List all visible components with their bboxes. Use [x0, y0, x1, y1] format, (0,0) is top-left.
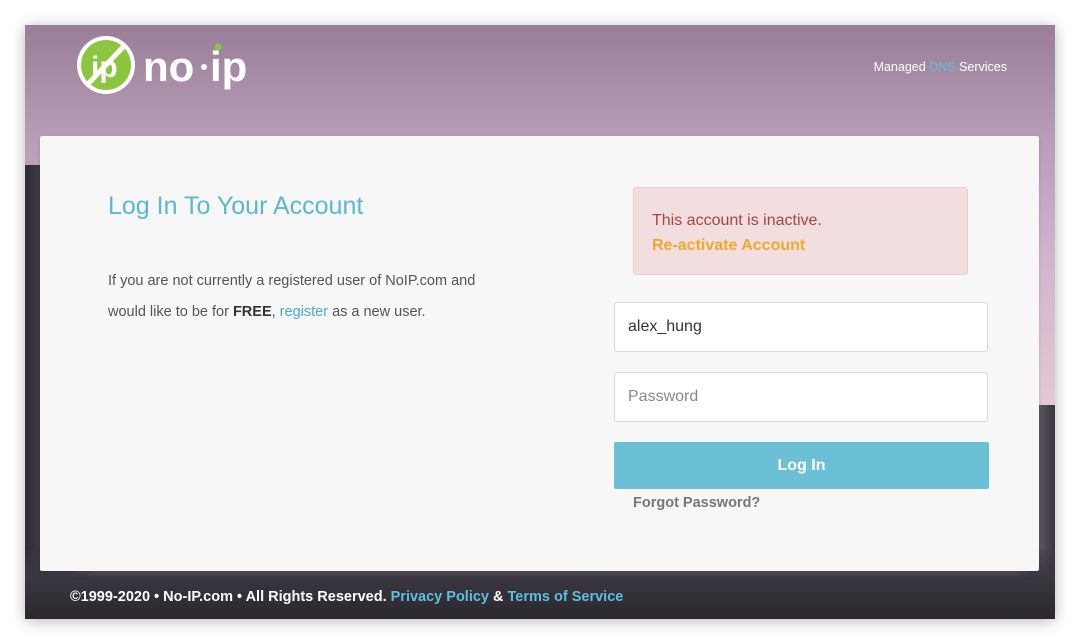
- svg-text:no: no: [143, 43, 194, 90]
- terms-of-service-link[interactable]: Terms of Service: [508, 589, 624, 605]
- alert-message: This account is inactive.: [652, 212, 822, 229]
- page-title: Log In To Your Account: [108, 192, 364, 220]
- login-button[interactable]: Log In: [614, 442, 989, 489]
- svg-text:ip: ip: [210, 43, 247, 90]
- register-intro: If you are not currently a registered us…: [108, 266, 528, 328]
- footer-copyright: ©1999-2020 • No-IP.com • All Rights Rese…: [70, 589, 387, 605]
- intro-line-1: If you are not currently a registered us…: [108, 273, 476, 289]
- footer: ©1999-2020 • No-IP.com • All Rights Rese…: [70, 589, 623, 605]
- intro-tail: as a new user.: [332, 304, 426, 320]
- intro-free: FREE: [232, 304, 272, 320]
- browser-window: ip no ip Managed DNS Services Log In To …: [25, 25, 1055, 619]
- password-field[interactable]: [614, 372, 988, 422]
- register-link[interactable]: register: [280, 304, 328, 320]
- tagline-managed: Managed: [873, 60, 926, 74]
- footer-ampersand: &: [493, 589, 504, 605]
- noip-logo[interactable]: ip no ip: [75, 33, 255, 97]
- forgot-password-link[interactable]: Forgot Password?: [633, 495, 760, 511]
- reactivate-account-link[interactable]: Re-activate Account: [652, 233, 949, 258]
- intro-line-2: would like to be for: [108, 304, 229, 320]
- tagline-services: Services: [959, 60, 1007, 74]
- noip-logo-icon: ip no ip: [77, 36, 247, 94]
- intro-comma: ,: [271, 304, 276, 320]
- inactive-account-alert: This account is inactive. Re-activate Ac…: [633, 187, 968, 275]
- username-field[interactable]: [614, 302, 988, 352]
- privacy-policy-link[interactable]: Privacy Policy: [391, 589, 489, 605]
- header-tagline: Managed DNS Services: [874, 60, 1007, 74]
- login-card: Log In To Your Account If you are not cu…: [40, 136, 1039, 571]
- tagline-dns: DNS: [929, 60, 956, 74]
